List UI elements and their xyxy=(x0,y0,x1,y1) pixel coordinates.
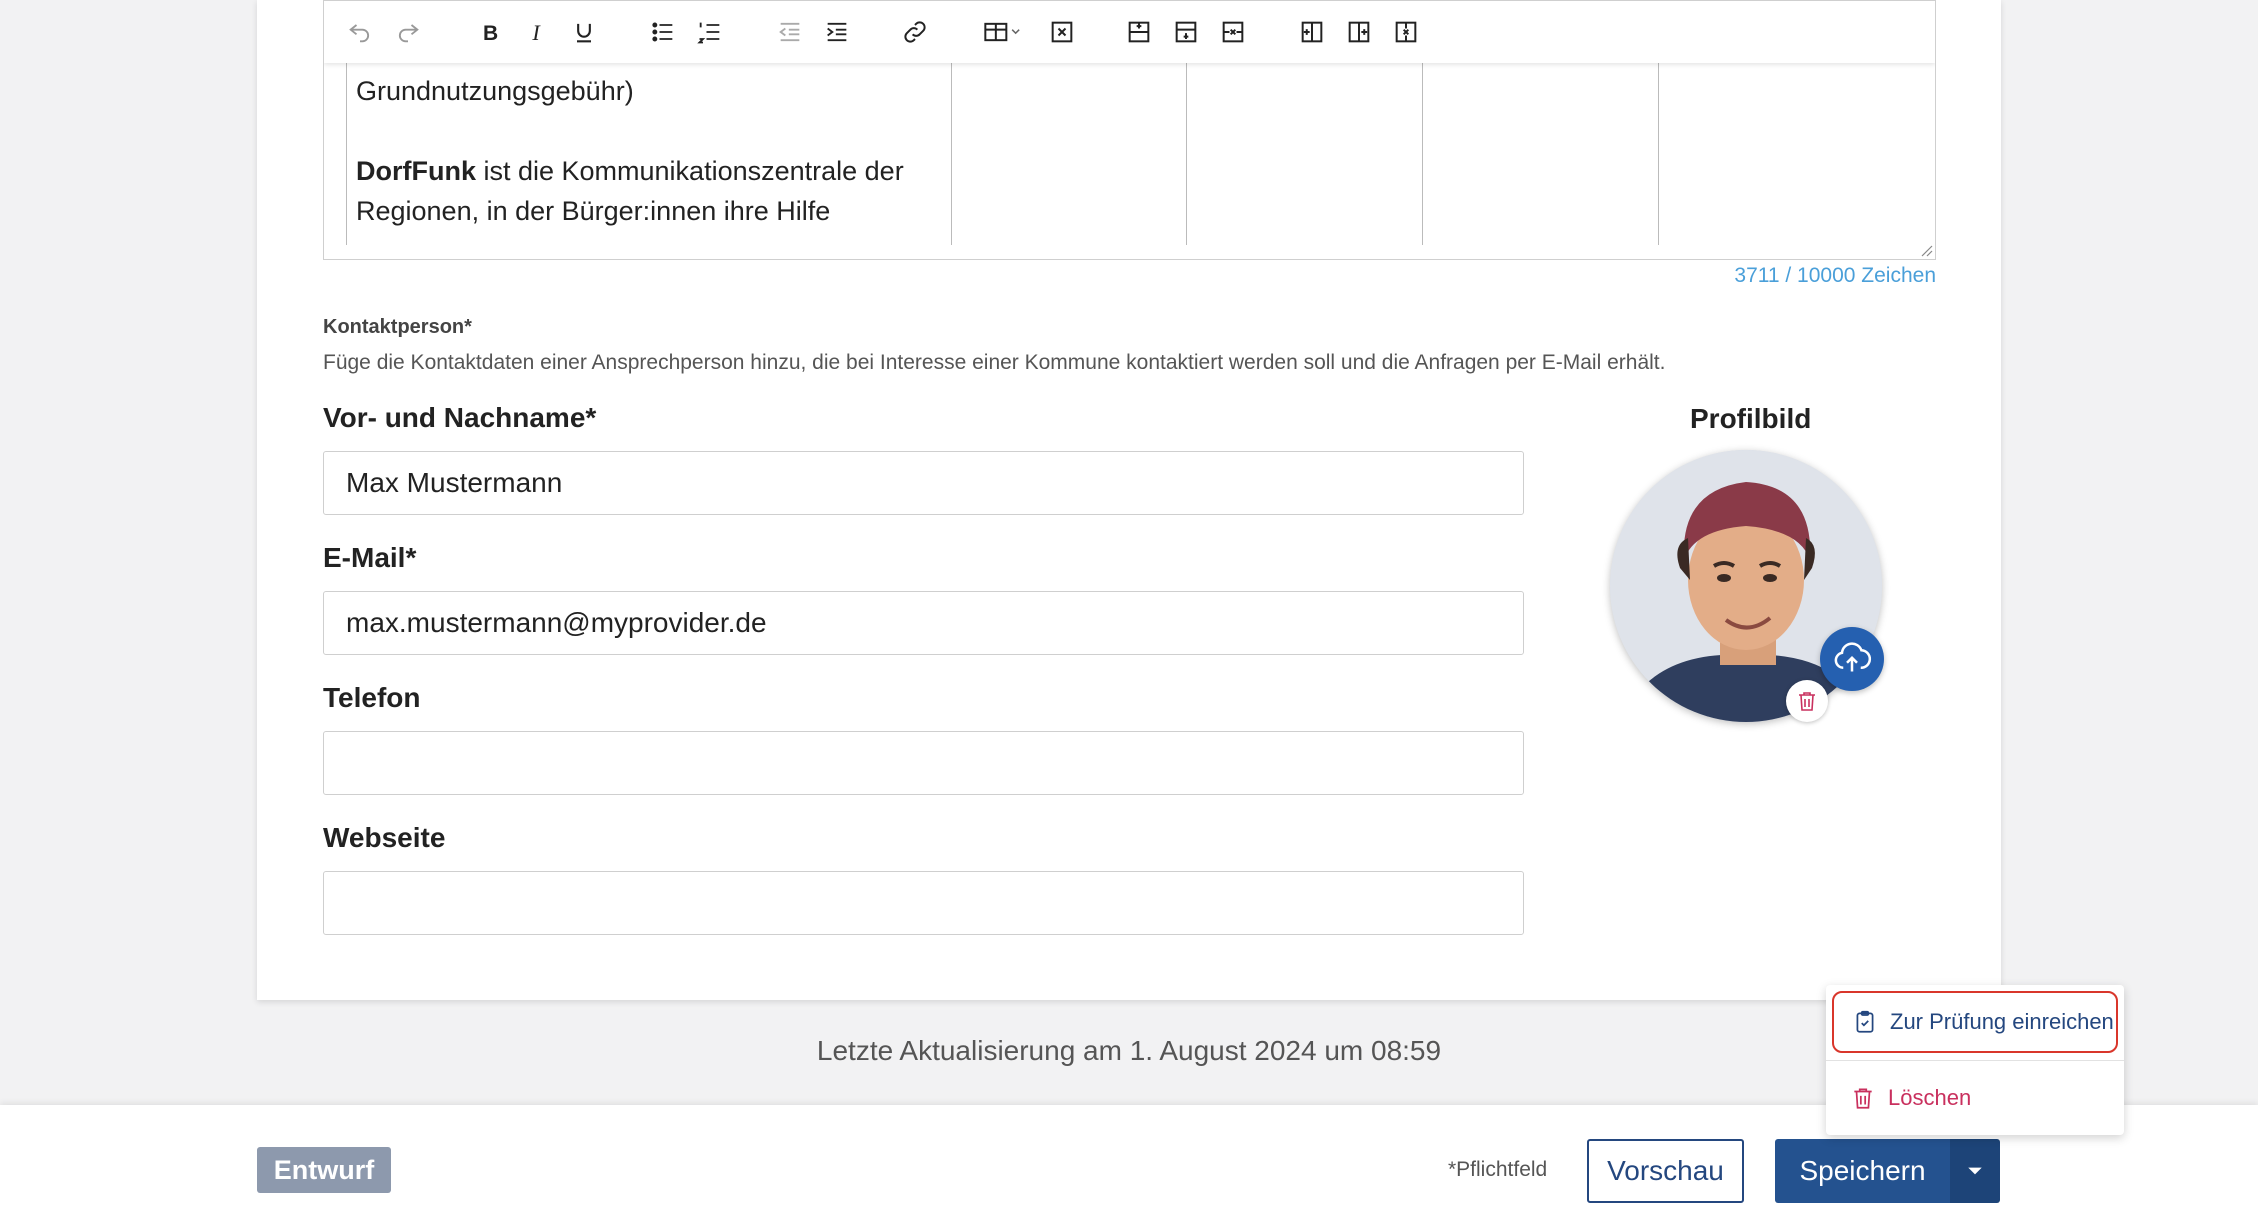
trash-icon xyxy=(1854,1088,1872,1109)
text-line: Regionen, in der Bürger:innen ihre Hilfe xyxy=(356,196,831,226)
submit-for-review-item[interactable]: Zur Prüfung einreichen xyxy=(1832,991,2118,1053)
bulleted-list-icon[interactable] xyxy=(647,16,679,48)
section-label: Kontaktperson* xyxy=(323,316,472,338)
caret-down-icon xyxy=(1968,1167,1982,1175)
delete-row-icon[interactable] xyxy=(1217,16,1249,48)
delete-label: Löschen xyxy=(1888,1085,1972,1110)
text-span: ist die Kommunikationszentrale der xyxy=(475,156,904,186)
table-column xyxy=(1658,63,1659,245)
italic-icon[interactable]: I xyxy=(521,16,553,48)
clipboard-check-icon xyxy=(1856,1010,1874,1033)
editor-table: Grundnutzungsgebühr) DorfFunk ist die Ko… xyxy=(346,63,1913,245)
outdent-icon[interactable] xyxy=(774,16,806,48)
insert-row-below-icon[interactable] xyxy=(1170,16,1202,48)
phone-input[interactable] xyxy=(323,731,1524,795)
required-field-note: *Pflichtfeld xyxy=(1448,1158,1548,1181)
character-counter: 3711 / 10000 Zeichen xyxy=(1734,264,1936,287)
preview-button[interactable]: Vorschau xyxy=(1587,1139,1744,1203)
insert-column-left-icon[interactable] xyxy=(1296,16,1328,48)
cloud-upload-icon xyxy=(1834,642,1872,672)
section-description: Füge die Kontaktdaten einer Ansprechpers… xyxy=(323,351,1666,374)
website-label: Webseite xyxy=(323,822,446,853)
bold-icon[interactable]: B xyxy=(474,16,506,48)
status-badge: Entwurf xyxy=(257,1147,391,1193)
website-input[interactable] xyxy=(323,871,1524,935)
editor-text: Grundnutzungsgebühr) DorfFunk ist die Ko… xyxy=(356,71,936,231)
profile-picture-label: Profilbild xyxy=(1690,403,1812,434)
text-line: DorfFunk ist die Kommunikationszentrale … xyxy=(356,151,936,191)
submit-for-review-label: Zur Prüfung einreichen xyxy=(1890,1009,2114,1034)
insert-row-above-icon[interactable] xyxy=(1123,16,1155,48)
redo-icon[interactable] xyxy=(392,16,424,48)
email-input[interactable] xyxy=(323,591,1524,655)
delete-column-icon[interactable] xyxy=(1390,16,1422,48)
text-line: Grundnutzungsgebühr) xyxy=(356,76,634,106)
save-dropdown-toggle[interactable] xyxy=(1950,1139,2000,1203)
rich-text-editor[interactable]: B I Grundnutzungsgebühr) DorfFunk ist di… xyxy=(323,0,1936,260)
email-label: E-Mail* xyxy=(323,542,417,573)
table-column xyxy=(1186,63,1187,245)
delete-item[interactable]: Löschen xyxy=(1832,1067,2118,1129)
table-icon[interactable] xyxy=(979,16,1029,48)
phone-label: Telefon xyxy=(323,682,421,713)
insert-column-right-icon[interactable] xyxy=(1343,16,1375,48)
numbered-list-icon[interactable] xyxy=(694,16,726,48)
indent-icon[interactable] xyxy=(821,16,853,48)
svg-text:B: B xyxy=(483,22,498,45)
name-input[interactable] xyxy=(323,451,1524,515)
save-options-menu: Zur Prüfung einreichen Löschen xyxy=(1826,985,2124,1135)
underline-icon[interactable] xyxy=(568,16,600,48)
trash-icon xyxy=(1799,692,1815,711)
resize-handle-icon[interactable] xyxy=(1919,243,1933,257)
name-label: Vor- und Nachname* xyxy=(323,402,597,433)
link-icon[interactable] xyxy=(899,16,931,48)
undo-icon[interactable] xyxy=(344,16,376,48)
upload-image-button[interactable] xyxy=(1820,627,1884,691)
delete-image-button[interactable] xyxy=(1786,680,1828,722)
table-column xyxy=(346,63,347,245)
table-column xyxy=(1422,63,1423,245)
menu-divider xyxy=(1826,1060,2124,1061)
save-button[interactable]: Speichern xyxy=(1775,1139,1950,1203)
bold-text: DorfFunk xyxy=(356,156,476,186)
editor-toolbar: B I xyxy=(324,1,1935,63)
table-column xyxy=(951,63,952,245)
editor-content[interactable]: Grundnutzungsgebühr) DorfFunk ist die Ko… xyxy=(346,63,1913,245)
svg-text:I: I xyxy=(531,20,541,45)
delete-table-icon[interactable] xyxy=(1046,16,1078,48)
